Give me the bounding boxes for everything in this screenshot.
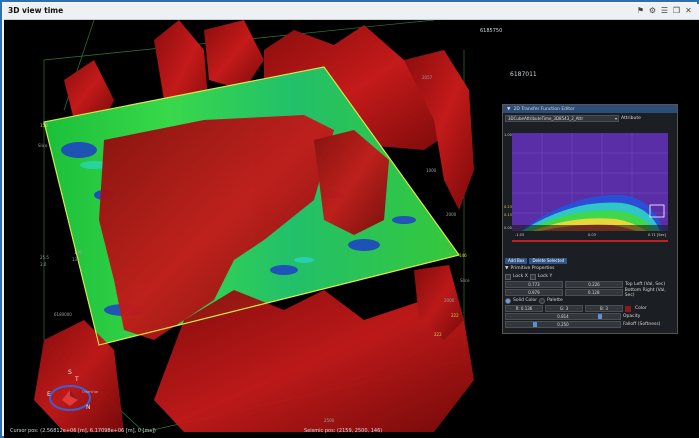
axis-label: 146 (459, 253, 467, 258)
lock-y-label: Lock Y (537, 274, 553, 279)
settings-icon[interactable]: ☰ (660, 6, 669, 15)
lock-y-checkbox[interactable] (529, 273, 536, 280)
lock-x-checkbox[interactable] (505, 273, 511, 280)
add-box-button[interactable]: Add Box (505, 257, 528, 264)
window-title: 3D view time (8, 6, 64, 15)
axis-label: 150 (40, 123, 48, 128)
compass-caption: Orient'ae (82, 390, 99, 394)
compass-south-label: S (68, 369, 72, 376)
compass-icon (49, 385, 91, 411)
solid-color-label: Solid Color (513, 298, 538, 303)
bottom-right-y-field[interactable]: 0.128 (564, 289, 623, 296)
attribute-label: Attribute (621, 116, 641, 121)
title-bar: 3D view time ⚑ ⚙ ☰ ❒ ✕ (4, 4, 699, 20)
axis-label: 3.0 (40, 262, 47, 267)
axis-label: 25.5 (40, 255, 49, 260)
collapse-arrow-icon[interactable]: ▼ (507, 107, 510, 112)
collapse-arrow-icon[interactable]: ▼ (505, 266, 508, 271)
y-tick: 1.00 (504, 133, 512, 137)
x-tick: 0.03 (588, 233, 596, 237)
restore-icon[interactable]: ❒ (672, 6, 681, 15)
orientation-compass[interactable]: S T E N Orient'ae (42, 369, 104, 418)
lock-row: Lock X Lock Y (505, 273, 552, 280)
y-tick: 0.00 (504, 226, 512, 230)
tf-plot-canvas[interactable] (512, 133, 668, 231)
transfer-function-editor[interactable]: ▼ 2D Transfer Function Editor 3DCubeAttr… (502, 104, 678, 334)
top-left-label: Top Left (Val, Sec) (625, 282, 666, 287)
status-bar: Cursor pos: (2.56812e+06 [m], 6.17098e+0… (4, 428, 699, 438)
coordinate-label: 6185750 (480, 28, 503, 34)
color-swatch[interactable] (625, 305, 631, 312)
application-window: 3D view time ⚑ ⚙ ☰ ❒ ✕ 6185750 6187011 1… (0, 0, 699, 438)
opacity-slider[interactable]: 0.814 (505, 313, 621, 320)
tf-color-strip (512, 240, 668, 242)
axis-label: 2000 (446, 212, 457, 217)
y-tick: 0.13 (504, 213, 512, 217)
tf-editor-title: 2D Transfer Function Editor (513, 106, 575, 112)
coordinate-label: 6187011 (510, 71, 537, 78)
falloff-row: 0.250 Falloff (Softness) (505, 321, 660, 328)
red-field[interactable]: R: 0.136 (505, 305, 543, 312)
compass-top-label: T (75, 376, 79, 383)
falloff-slider[interactable]: 0.250 (505, 321, 621, 328)
bottom-right-x-field[interactable]: 0.979 (505, 289, 563, 296)
axis-label: Slice (460, 278, 470, 283)
top-left-y-field[interactable]: 0.226 (565, 281, 623, 288)
y-tick: 0.23 (504, 205, 512, 209)
axis-label: Slice (38, 143, 48, 148)
x-tick: 0.71 [Sec] (648, 233, 666, 237)
gear-icon[interactable]: ⚙ (648, 6, 657, 15)
chevron-down-icon: ▾ (614, 116, 617, 121)
lock-x-label: Lock X (513, 274, 528, 279)
palette-radio[interactable] (539, 297, 546, 304)
axis-label: 2500 (324, 418, 335, 423)
dataset-row: 3DCubeAttributeTime_3D8543_2_Attr ▾ Attr… (505, 115, 641, 122)
pin-icon[interactable]: ⚑ (636, 6, 645, 15)
axis-label: 6180000 (54, 312, 72, 317)
axis-label: 146 (74, 250, 82, 255)
opacity-row: 0.814 Opacity (505, 313, 640, 320)
color-label-text: Color (635, 306, 647, 311)
axis-label: 222 (451, 313, 459, 318)
falloff-label: Falloff (Softness) (623, 322, 661, 327)
axis-label: 222 (434, 332, 442, 337)
tf-editor-header[interactable]: ▼ 2D Transfer Function Editor (503, 105, 677, 113)
3d-viewport[interactable]: 6185750 6187011 150 Slice 146 130 25.5 3… (4, 20, 699, 432)
rgb-row: R: 0.136 G: 3 B: 3 Color (505, 305, 647, 312)
compass-north-label: N (86, 404, 91, 411)
primitive-properties-row: ▼ Primitive Properties (505, 265, 554, 272)
bottom-right-label: Bottom Right (Val, Sec) (624, 287, 666, 298)
palette-label: Palette (547, 298, 563, 303)
solid-color-radio[interactable] (505, 297, 511, 304)
axis-label: 130 (72, 257, 80, 262)
title-bar-icons: ⚑ ⚙ ☰ ❒ ✕ (636, 6, 693, 15)
axis-label: 1000 (426, 168, 437, 173)
close-icon[interactable]: ✕ (684, 6, 693, 15)
opacity-label: Opacity (623, 314, 641, 319)
top-left-x-field[interactable]: 0.773 (505, 281, 563, 288)
green-field[interactable]: G: 3 (545, 305, 583, 312)
transfer-function-plot[interactable] (512, 133, 668, 231)
dataset-select[interactable]: 3DCubeAttributeTime_3D8543_2_Attr ▾ (505, 115, 619, 122)
delete-selected-button[interactable]: Delete Selected (529, 257, 568, 264)
compass-east-label: E (47, 391, 51, 398)
x-tick: -1.03 (515, 233, 525, 237)
primitive-properties-label: Primitive Properties (510, 266, 555, 271)
falloff-slider-handle[interactable] (533, 322, 537, 327)
color-mode-row: Solid Color Palette (505, 297, 563, 304)
cursor-position-readout: Cursor pos: (2.56812e+06 [m], 6.17098e+0… (10, 428, 156, 434)
blue-field[interactable]: B: 3 (585, 305, 623, 312)
bottom-right-row: 0.979 0.128 Bottom Right (Val, Sec) (505, 287, 677, 298)
seismic-position-readout: Seismic pos: (2159, 2500, 146) (304, 428, 383, 434)
axis-label: 2000 (444, 298, 455, 303)
box-actions-row: Add Box Delete Selected (505, 257, 568, 264)
opacity-slider-handle[interactable] (598, 314, 602, 319)
axis-label: 2057 (422, 75, 433, 80)
